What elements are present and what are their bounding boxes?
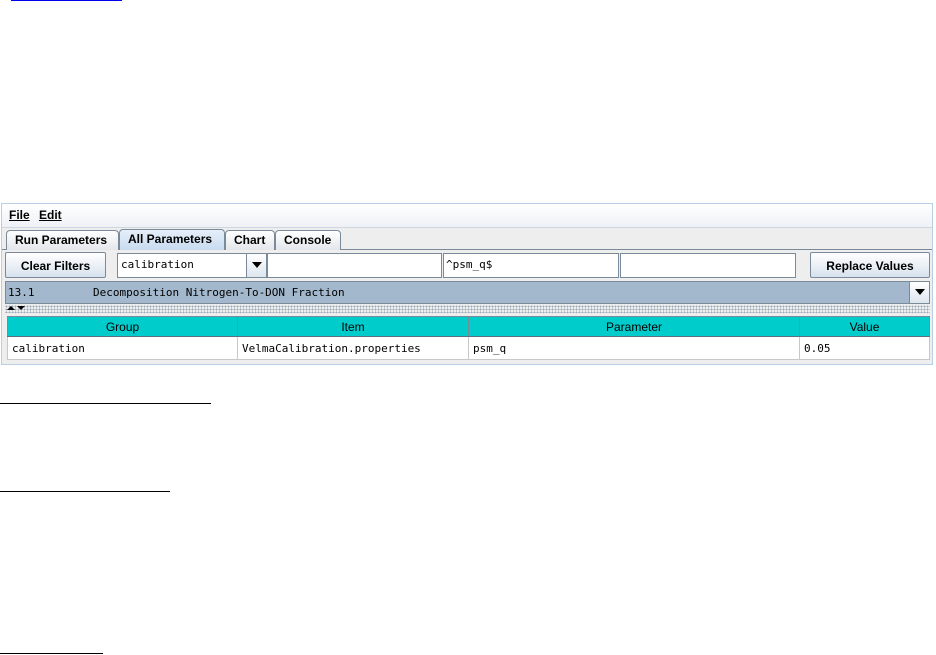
table-row[interactable]: calibration VelmaCalibration.properties … [7,336,930,360]
column-header-value[interactable]: Value [799,316,930,337]
tab-all-parameters[interactable]: All Parameters [119,229,225,250]
document-underline [0,491,170,492]
column-header-group[interactable]: Group [7,316,238,337]
parameter-table: Group Item Parameter Value calibration V… [7,316,930,360]
parameter-select-dropdown[interactable]: 13.1 Decomposition Nitrogen-To-DON Fract… [5,281,930,304]
chevron-down-icon[interactable] [246,254,266,277]
arrow-down-icon[interactable] [17,306,25,310]
clear-filters-button[interactable]: Clear Filters [5,252,106,278]
arrow-up-icon[interactable] [7,306,15,310]
item-filter-input[interactable] [267,253,442,278]
parameter-name: Decomposition Nitrogen-To-DON Fraction [93,286,345,299]
chevron-down-icon[interactable] [909,282,929,303]
menu-edit[interactable]: Edit [39,208,62,222]
menu-file-label: File [9,208,30,222]
filter-toolbar: Clear Filters calibration ^psm_q$ Replac… [2,252,932,280]
cell-group[interactable]: calibration [7,336,238,360]
replace-values-button[interactable]: Replace Values [810,252,930,278]
column-header-item[interactable]: Item [237,316,469,337]
document-underline [0,653,103,654]
menu-file[interactable]: File [9,208,30,222]
cell-value[interactable]: 0.05 [799,336,930,360]
value-filter-input[interactable] [620,253,796,278]
tab-chart[interactable]: Chart [225,230,275,250]
group-filter-value: calibration [121,258,194,271]
cell-parameter[interactable]: psm_q [468,336,800,360]
parameter-filter-input[interactable]: ^psm_q$ [443,253,619,278]
split-pane-divider[interactable] [5,305,930,313]
document-link-underline[interactable] [11,0,122,1]
parameter-code: 13.1 [8,286,35,299]
tab-strip: Run Parameters All Parameters Chart Cons… [2,228,932,250]
group-filter-combo[interactable]: calibration [117,253,267,278]
menu-bar: File Edit [2,204,932,228]
menu-edit-label: Edit [39,208,62,222]
table-header-row: Group Item Parameter Value [7,316,930,337]
tab-run-parameters[interactable]: Run Parameters [6,230,119,250]
cell-item[interactable]: VelmaCalibration.properties [237,336,469,360]
column-header-parameter[interactable]: Parameter [468,316,800,337]
tab-console[interactable]: Console [275,230,341,250]
document-underline [0,403,211,404]
parameter-editor-window: File Edit Run Parameters All Parameters … [1,203,933,365]
